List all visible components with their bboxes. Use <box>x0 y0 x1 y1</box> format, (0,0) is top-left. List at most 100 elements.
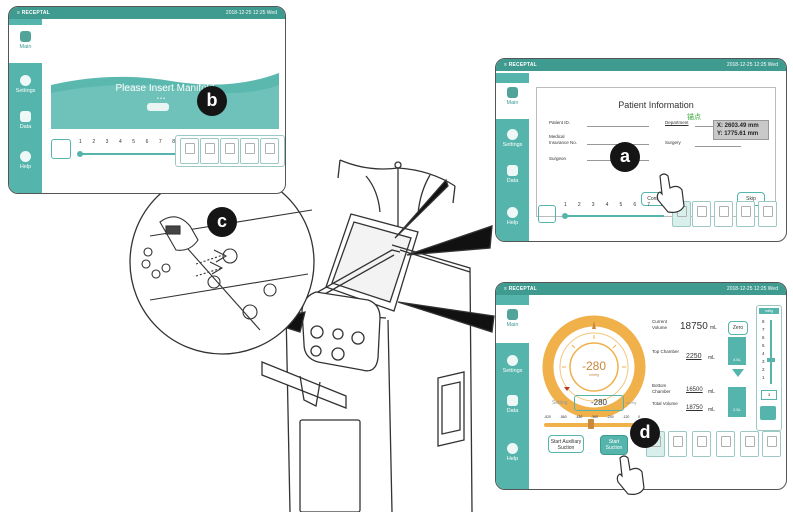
sidebar-item-settings[interactable]: Settings <box>9 75 42 105</box>
level-column: ml/kg 87654321 3 <box>756 305 782 431</box>
stepper-knob[interactable] <box>77 151 83 157</box>
hand-pointer-icon <box>616 455 645 495</box>
callout-badge-d: d <box>630 418 660 448</box>
level-value: 3 <box>761 390 777 400</box>
sidebar: Main Settings Data Help <box>496 295 529 489</box>
sidebar-item-data[interactable]: Data <box>9 111 42 141</box>
status-bar: ≡ RECEPTAL 2018-12-25 12:25 Wed <box>496 59 786 71</box>
total-volume-label: Total Volume <box>652 401 678 406</box>
setting-label: Setting <box>552 400 568 406</box>
accessory-slot-3[interactable] <box>692 431 711 457</box>
surgery-label: Surgery <box>665 140 681 145</box>
gauge-value: -280 <box>581 359 607 373</box>
manifold-slot-button[interactable] <box>538 205 556 223</box>
dialog-title: Patient Information <box>618 100 694 110</box>
current-volume-label: Current Volume <box>652 319 668 330</box>
bottom-chamber-unit: mL <box>708 389 715 395</box>
stepper-slider[interactable] <box>564 215 664 217</box>
gauge-unit: mmHg <box>588 373 600 377</box>
top-chamber-unit: mL <box>708 355 715 361</box>
gear-icon <box>20 75 31 86</box>
stepper-slider[interactable] <box>79 153 175 155</box>
accessory-slot-2[interactable] <box>200 138 219 164</box>
bottom-chamber-label: Bottom Chamber <box>652 383 671 394</box>
sidebar-item-help[interactable]: Help <box>9 151 42 181</box>
data-icon <box>507 165 518 176</box>
data-icon <box>20 111 31 122</box>
manifold-icon <box>147 103 169 111</box>
accessory-slot-2[interactable] <box>668 431 687 457</box>
accessory-slot-6[interactable] <box>762 431 781 457</box>
total-volume-unit: mL <box>708 407 715 413</box>
level-track[interactable] <box>770 320 772 384</box>
pager-dots: • • • <box>157 96 166 102</box>
total-volume-value: 18750 <box>686 405 703 411</box>
accessory-slot-4[interactable] <box>240 138 259 164</box>
insert-manifold-message: Please Insert Manifold <box>115 83 215 94</box>
accessory-slot-4[interactable] <box>736 201 755 227</box>
sidebar-item-data[interactable]: Data <box>496 395 529 425</box>
help-icon <box>507 443 518 454</box>
stepper-numbers: 12345678 <box>79 139 175 145</box>
chamber-down-arrow-icon <box>732 369 744 377</box>
callout-badge-b: b <box>197 86 227 116</box>
accessory-slots <box>175 135 285 167</box>
data-icon <box>507 395 518 406</box>
accessory-slot-3[interactable] <box>220 138 239 164</box>
level-knob[interactable] <box>767 358 775 362</box>
sidebar-item-settings[interactable]: Settings <box>496 129 529 159</box>
brand-logo: ≡ RECEPTAL <box>17 10 50 16</box>
main-icon <box>507 87 518 98</box>
level-numbers: 87654321 <box>762 319 765 380</box>
bottom-chamber-level: 2.5L <box>728 387 746 417</box>
accessory-slot-3[interactable] <box>714 201 733 227</box>
stepper-knob[interactable] <box>562 213 568 219</box>
accessory-slot-2[interactable] <box>692 201 711 227</box>
status-datetime: 2018-12-25 12:25 Wed <box>225 10 277 16</box>
top-chamber-level: 4.5L <box>728 337 746 365</box>
patient-id-label: Patient ID. <box>549 120 571 125</box>
stepper-numbers: 12345678 <box>564 202 664 208</box>
accessory-slots <box>644 429 782 461</box>
main-icon <box>507 309 518 320</box>
manifold-level-button[interactable] <box>760 406 776 420</box>
sidebar: Main Settings Data Help <box>496 73 529 241</box>
setting-input[interactable]: -280 <box>574 395 624 411</box>
surgeon-label: Surgeon <box>549 156 567 161</box>
gear-icon <box>507 129 518 140</box>
sidebar-item-help[interactable]: Help <box>496 443 529 473</box>
coordinate-tooltip: X: 2603.49 mm Y: 1775.61 mm <box>713 120 769 140</box>
pressure-slider-knob[interactable] <box>588 419 594 429</box>
accessory-slot-5[interactable] <box>260 138 279 164</box>
top-chamber-label: Top Chamber <box>652 349 680 354</box>
setting-unit: mmHg <box>626 401 637 405</box>
status-bar: ≡ RECEPTAL 2018-12-25 12:25 Wed <box>9 7 285 19</box>
sidebar-item-main[interactable]: Main <box>496 83 529 119</box>
surgery-field[interactable] <box>695 146 741 147</box>
department-label: Department <box>665 120 689 125</box>
sidebar-item-main[interactable]: Main <box>496 305 529 343</box>
sidebar-item-main[interactable]: Main <box>9 25 42 63</box>
status-bar: ≡ RECEPTAL 2018-12-25 12:25 Wed <box>496 283 786 295</box>
patient-id-field[interactable] <box>587 126 649 127</box>
manifold-slot-button[interactable] <box>51 139 71 159</box>
gear-icon <box>507 355 518 366</box>
accessory-slot-5[interactable] <box>740 431 759 457</box>
start-auxiliary-suction-button[interactable]: Start Auxiliary Suction <box>548 435 584 453</box>
sidebar-item-data[interactable]: Data <box>496 165 529 195</box>
top-chamber-value: 2250 <box>686 353 702 360</box>
medical-insurance-label: Medical Insurance No. <box>549 134 578 145</box>
sidebar-item-settings[interactable]: Settings <box>496 355 529 385</box>
accessory-slot-5[interactable] <box>758 201 777 227</box>
bottom-chamber-value: 16500 <box>686 387 703 393</box>
zero-button[interactable]: Zero <box>728 321 748 335</box>
sidebar: Main Settings Data Help <box>9 19 42 193</box>
hand-pointer-icon <box>656 173 685 213</box>
sidebar-item-help[interactable]: Help <box>496 207 529 237</box>
panel-main-screen: ≡ RECEPTAL 2018-12-25 12:25 Wed Main Set… <box>8 6 286 194</box>
current-volume-value: 18750 <box>680 321 708 332</box>
accessory-slot-4[interactable] <box>716 431 735 457</box>
accessory-slot-1[interactable] <box>180 138 199 164</box>
level-unit: ml/kg <box>759 308 779 314</box>
help-icon <box>507 207 518 218</box>
